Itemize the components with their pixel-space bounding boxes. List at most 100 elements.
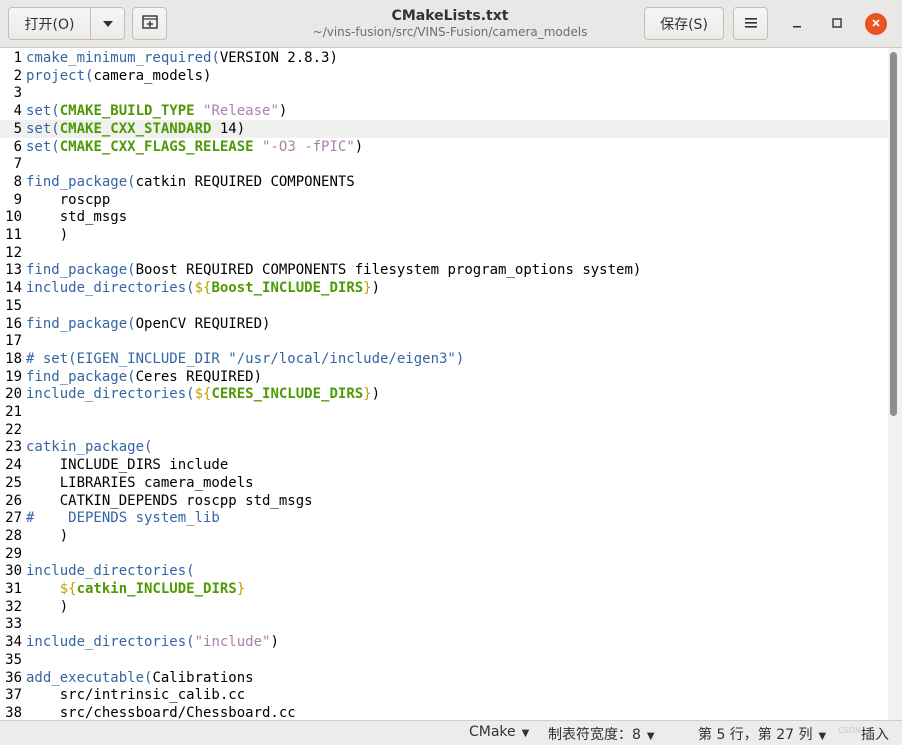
code-line[interactable]: 23 catkin_package(: [0, 438, 888, 456]
line-text: ${catkin_INCLUDE_DIRS}: [59, 581, 246, 597]
open-menu-button[interactable]: [90, 7, 125, 40]
code-line[interactable]: 34 include_directories("include"): [0, 633, 888, 651]
line-number: 31: [5, 581, 22, 597]
triangle-down-icon: ▼: [521, 728, 530, 739]
header-bar: 打开(O) CMakeLists.txt ~/vins-fusion/src/V…: [0, 0, 902, 48]
save-button[interactable]: 保存(S): [644, 7, 724, 40]
code-line[interactable]: 7: [0, 155, 888, 173]
code-line[interactable]: 26 CATKIN_DEPENDS roscpp std_msgs: [0, 492, 888, 510]
code-line[interactable]: 18 # set(EIGEN_INCLUDE_DIR "/usr/local/in…: [0, 350, 888, 368]
line-text: # DEPENDS system_lib: [26, 510, 220, 527]
line-number: 18: [5, 350, 22, 367]
code-line[interactable]: 29: [0, 545, 888, 563]
code-line[interactable]: 9 roscpp: [0, 191, 888, 209]
code-line[interactable]: 27 # DEPENDS system_lib: [0, 509, 888, 527]
cursor-position-label: 第 5 行，第 27 列: [698, 727, 813, 743]
code-line[interactable]: 32 ): [0, 598, 888, 616]
line-text: ): [26, 598, 69, 615]
code-line[interactable]: 36 add_executable(Calibrations: [0, 669, 888, 687]
code-line[interactable]: 12: [0, 244, 888, 262]
code-line[interactable]: 11 ): [0, 226, 888, 244]
line-number: 36: [5, 669, 22, 686]
code-line[interactable]: 14 include_directories(${Boost_INCLUDE_DI…: [0, 279, 888, 297]
line-number: 24: [5, 457, 22, 474]
line-text: add_executable(Calibrations: [26, 669, 254, 686]
line-text: INCLUDE_DIRS include: [26, 457, 229, 474]
code-line[interactable]: 16 find_package(OpenCV REQUIRED): [0, 315, 888, 333]
line-text: set(CMAKE_CXX_FLAGS_RELEASE "-O3 -fPIC"): [26, 138, 364, 155]
code-line[interactable]: 10 std_msgs: [0, 208, 888, 226]
line-number: 6: [13, 138, 22, 155]
minimize-button[interactable]: [786, 13, 808, 35]
code-line[interactable]: 38 src/chessboard/Chessboard.cc: [0, 704, 888, 720]
line-number: 17: [5, 333, 22, 350]
close-button[interactable]: [865, 13, 887, 35]
menu-button[interactable]: [733, 7, 768, 40]
insert-mode-indicator: 插入: [861, 727, 889, 743]
language-selector[interactable]: CMake ▼: [469, 724, 529, 740]
code-line[interactable]: 15: [0, 297, 888, 315]
line-number: 7: [13, 156, 22, 173]
code-line[interactable]: 20 include_directories(${CERES_INCLUDE_DI…: [0, 385, 888, 403]
code-line[interactable]: 19 find_package(Ceres REQUIRED): [0, 368, 888, 386]
code-line[interactable]: 8 find_package(catkin REQUIRED COMPONENTS: [0, 173, 888, 191]
line-number: 29: [5, 545, 22, 562]
line-number: 1: [13, 50, 22, 66]
line-number: 19: [5, 368, 22, 385]
cursor-position[interactable]: 第 5 行，第 27 列 ▼: [698, 724, 826, 744]
scrollbar-thumb[interactable]: [890, 52, 897, 416]
line-text: # set(EIGEN_INCLUDE_DIR "/usr/local/incl…: [26, 350, 465, 367]
new-tab-button[interactable]: [132, 7, 167, 40]
line-text: roscpp: [26, 191, 111, 208]
line-number: 11: [5, 227, 22, 243]
line-number: 16: [5, 315, 22, 332]
line-number: 20: [5, 386, 22, 403]
line-text: set(CMAKE_CXX_STANDARD 14): [26, 120, 246, 137]
code-line[interactable]: 35: [0, 651, 888, 669]
code-line[interactable]: 31 ${catkin_INCLUDE_DIRS}: [0, 580, 888, 598]
line-number: 23: [5, 439, 22, 456]
line-text: include_directories(${CERES_INCLUDE_DIRS…: [26, 386, 381, 403]
code-line[interactable]: 1 cmake_minimum_required(VERSION 2.8.3): [0, 49, 888, 67]
line-text: cmake_minimum_required(VERSION 2.8.3): [26, 50, 338, 66]
maximize-button[interactable]: [826, 13, 848, 35]
code-line[interactable]: 6 set(CMAKE_CXX_FLAGS_RELEASE "-O3 -fPIC"…: [0, 138, 888, 156]
line-text: LIBRARIES camera_models: [26, 474, 254, 491]
line-number: 15: [5, 297, 22, 314]
code-line[interactable]: 24 INCLUDE_DIRS include: [0, 456, 888, 474]
code-line[interactable]: 37 src/intrinsic_calib.cc: [0, 686, 888, 704]
line-number: 10: [5, 209, 22, 226]
code-line[interactable]: 21: [0, 403, 888, 421]
window-subtitle: ~/vins-fusion/src/VINS-Fusion/camera_mod…: [312, 25, 588, 39]
line-number: 38: [5, 704, 22, 720]
code-editor[interactable]: 1 cmake_minimum_required(VERSION 2.8.3) 2 p…: [0, 48, 888, 720]
language-label: CMake: [469, 724, 516, 740]
line-number: 13: [5, 262, 22, 279]
line-number: 4: [13, 103, 22, 120]
code-line[interactable]: 30 include_directories(: [0, 562, 888, 580]
code-line[interactable]: 4 set(CMAKE_BUILD_TYPE "Release"): [0, 102, 888, 120]
code-line[interactable]: 25 LIBRARIES camera_models: [0, 474, 888, 492]
code-line[interactable]: 17: [0, 332, 888, 350]
line-text: CATKIN_DEPENDS roscpp std_msgs: [26, 492, 313, 509]
code-line[interactable]: 5 set(CMAKE_CXX_STANDARD 14): [0, 119, 888, 138]
line-number: 27: [5, 510, 22, 527]
code-line[interactable]: 28 ): [0, 527, 888, 545]
line-number: 22: [5, 421, 22, 438]
window-title-area: CMakeLists.txt ~/vins-fusion/src/VINS-Fu…: [250, 7, 650, 40]
line-number: 32: [5, 598, 22, 615]
triangle-down-icon: [102, 16, 114, 32]
line-text: find_package(Ceres REQUIRED): [26, 368, 263, 385]
code-line[interactable]: 22: [0, 421, 888, 439]
tab-width-selector[interactable]: 制表符宽度：8 ▼: [548, 724, 655, 744]
line-text: set(CMAKE_BUILD_TYPE "Release"): [26, 103, 288, 120]
line-text: project(camera_models): [26, 67, 212, 84]
line-number: 14: [5, 280, 22, 297]
line-text: ): [26, 527, 69, 544]
code-line[interactable]: 33: [0, 615, 888, 633]
code-line[interactable]: 2 project(camera_models): [0, 67, 888, 85]
code-line[interactable]: 13 find_package(Boost REQUIRED COMPONENTS…: [0, 261, 888, 279]
line-text: src/intrinsic_calib.cc: [26, 687, 246, 704]
code-line[interactable]: 3: [0, 84, 888, 102]
open-button[interactable]: 打开(O): [8, 7, 91, 40]
